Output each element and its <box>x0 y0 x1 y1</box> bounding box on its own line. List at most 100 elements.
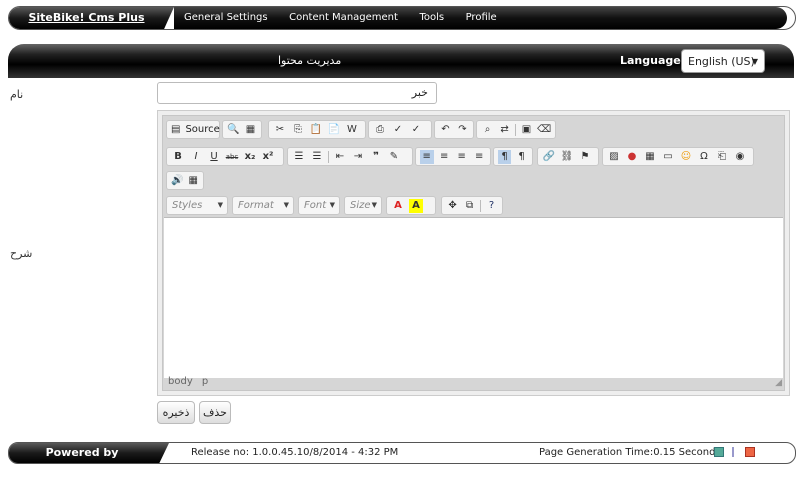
anchor-icon[interactable]: ⚑ <box>578 150 592 164</box>
styles-label: Styles <box>172 200 203 211</box>
flash-icon[interactable]: ● <box>625 150 639 164</box>
menu-content-management[interactable]: Content Management <box>289 7 398 29</box>
powered-by-label: Powered by <box>9 443 169 463</box>
menu-tools[interactable]: Tools <box>419 7 444 29</box>
ltr-icon[interactable]: ¶ <box>498 149 511 164</box>
element-path-bar: body p <box>168 376 214 387</box>
editor-content-area[interactable] <box>164 217 783 378</box>
path-item-body[interactable]: body <box>168 376 193 387</box>
toolbar-group-colors: A A <box>386 196 436 215</box>
smiley-icon[interactable]: ☺ <box>679 150 693 164</box>
resize-handle-icon[interactable]: ◢ <box>775 378 782 388</box>
remove-format-icon[interactable]: ⌫ <box>537 123 551 137</box>
show-blocks-icon[interactable]: ⧉ <box>463 199 476 213</box>
paste-text-icon[interactable]: 📄 <box>327 123 341 137</box>
language-select[interactable]: English (US) ▼ <box>681 49 765 73</box>
toolbar-group-clipboard: ✂ ⎘ 📋 📄 W <box>268 120 366 139</box>
help-icon[interactable]: ? <box>485 199 498 213</box>
text-color-icon[interactable]: A <box>391 199 405 213</box>
top-navigation-bar: SiteBike! Cms Plus General Settings Cont… <box>8 6 796 30</box>
outdent-icon[interactable]: ⇤ <box>333 150 347 164</box>
spellcheck-icon[interactable]: ✓ <box>391 123 405 137</box>
page-break-icon[interactable]: ⎗ <box>715 150 729 164</box>
stats-icon[interactable] <box>714 447 724 457</box>
align-left-icon[interactable]: ≡ <box>420 149 434 164</box>
power-icon[interactable] <box>745 447 755 457</box>
page-title: مدیریت محتوا <box>278 54 342 67</box>
image-icon[interactable]: ▨ <box>607 150 621 164</box>
redo-icon[interactable]: ↷ <box>456 123 469 137</box>
font-dropdown[interactable]: Font ▼ <box>298 196 340 215</box>
indent-icon[interactable]: ⇥ <box>351 150 365 164</box>
footer-bar: Powered by Release no: 1.0.0.45.10/8/201… <box>8 442 796 464</box>
save-button[interactable]: ذخیره <box>157 401 195 424</box>
chevron-down-icon: ▼ <box>329 201 335 209</box>
toolbar-group-paragraph: ☰ ☰ ⇤ ⇥ ❞ ✎ <box>287 147 413 166</box>
preview-icon[interactable]: 🔍 <box>227 123 240 137</box>
brand-logo[interactable]: SiteBike! Cms Plus <box>9 7 174 29</box>
bulleted-list-icon[interactable]: ☰ <box>310 150 324 164</box>
templates-icon[interactable]: ▦ <box>244 123 257 137</box>
table-icon[interactable]: ▦ <box>643 150 657 164</box>
align-center-icon[interactable]: ≡ <box>438 150 452 164</box>
bg-color-icon[interactable]: A <box>409 198 423 213</box>
iframe-icon[interactable]: ◉ <box>733 150 747 164</box>
delete-button[interactable]: حذف <box>199 401 231 424</box>
subscript-icon[interactable]: x₂ <box>243 150 257 164</box>
bold-icon[interactable]: B <box>171 150 185 164</box>
toolbar-group-bidi: ¶ ¶ <box>493 147 533 166</box>
language-value: English (US) <box>688 55 755 68</box>
underline-icon[interactable]: U <box>207 150 221 164</box>
toolbar-group-insert: ▨ ● ▦ ▭ ☺ Ω ⎗ ◉ <box>602 147 754 166</box>
undo-icon[interactable]: ↶ <box>439 123 452 137</box>
name-input[interactable]: خبر <box>157 82 437 104</box>
numbered-list-icon[interactable]: ☰ <box>292 150 306 164</box>
paste-word-icon[interactable]: W <box>345 123 359 137</box>
source-button[interactable]: Source <box>185 124 219 135</box>
dropdown-arrow-icon: ▼ <box>751 57 758 66</box>
audio-icon[interactable]: 🔊 <box>171 174 183 188</box>
brand-name[interactable]: SiteBike! Cms Plus <box>9 7 174 29</box>
menu-profile[interactable]: Profile <box>466 7 497 29</box>
divider-icon <box>732 447 734 457</box>
paste-icon[interactable]: 📋 <box>309 123 323 137</box>
rtl-icon[interactable]: ¶ <box>515 150 528 164</box>
toolbar-group-source: ▤ Source <box>166 120 220 139</box>
toolbar-group-links: 🔗 ⛓ ⚑ <box>537 147 599 166</box>
copy-icon[interactable]: ⎘ <box>291 123 305 137</box>
chevron-down-icon: ▼ <box>283 201 289 209</box>
source-icon[interactable]: ▤ <box>171 123 180 137</box>
format-dropdown[interactable]: Format ▼ <box>232 196 294 215</box>
horizontal-rule-icon[interactable]: ▭ <box>661 150 675 164</box>
toolbar-group-basic-styles: B I U abc x₂ x² <box>166 147 284 166</box>
replace-icon[interactable]: ⇄ <box>498 123 511 137</box>
superscript-icon[interactable]: x² <box>261 150 275 164</box>
menu-general-settings[interactable]: General Settings <box>184 7 268 29</box>
path-item-p[interactable]: p <box>202 376 208 387</box>
special-char-icon[interactable]: Ω <box>697 150 711 164</box>
maximize-icon[interactable]: ✥ <box>446 199 459 213</box>
size-dropdown[interactable]: Size ▼ <box>344 196 382 215</box>
unlink-icon[interactable]: ⛓ <box>560 150 574 164</box>
align-right-icon[interactable]: ≡ <box>455 150 469 164</box>
video-icon[interactable]: ▦ <box>187 174 199 188</box>
cut-icon[interactable]: ✂ <box>273 123 287 137</box>
strike-icon[interactable]: abc <box>225 150 239 164</box>
scayt-icon[interactable]: ✓ <box>409 123 423 137</box>
chevron-down-icon: ▼ <box>217 201 223 209</box>
toolbar-group-find: ⌕ ⇄ ▣ ⌫ <box>476 120 556 139</box>
chevron-down-icon: ▼ <box>371 201 377 209</box>
page-header: مدیریت محتوا Language: English (US) ▼ <box>8 44 794 78</box>
justify-icon[interactable]: ≡ <box>473 150 487 164</box>
div-icon[interactable]: ✎ <box>387 150 401 164</box>
main-menu: General Settings Content Management Tool… <box>174 7 787 29</box>
styles-dropdown[interactable]: Styles ▼ <box>166 196 228 215</box>
find-icon[interactable]: ⌕ <box>481 123 494 137</box>
link-icon[interactable]: 🔗 <box>542 150 556 164</box>
blockquote-icon[interactable]: ❞ <box>369 150 383 164</box>
italic-icon[interactable]: I <box>189 150 203 164</box>
font-label: Font <box>304 200 327 211</box>
print-icon[interactable]: ⎙ <box>373 123 387 137</box>
toolbar-group-undo: ↶ ↷ <box>434 120 474 139</box>
select-all-icon[interactable]: ▣ <box>520 123 533 137</box>
